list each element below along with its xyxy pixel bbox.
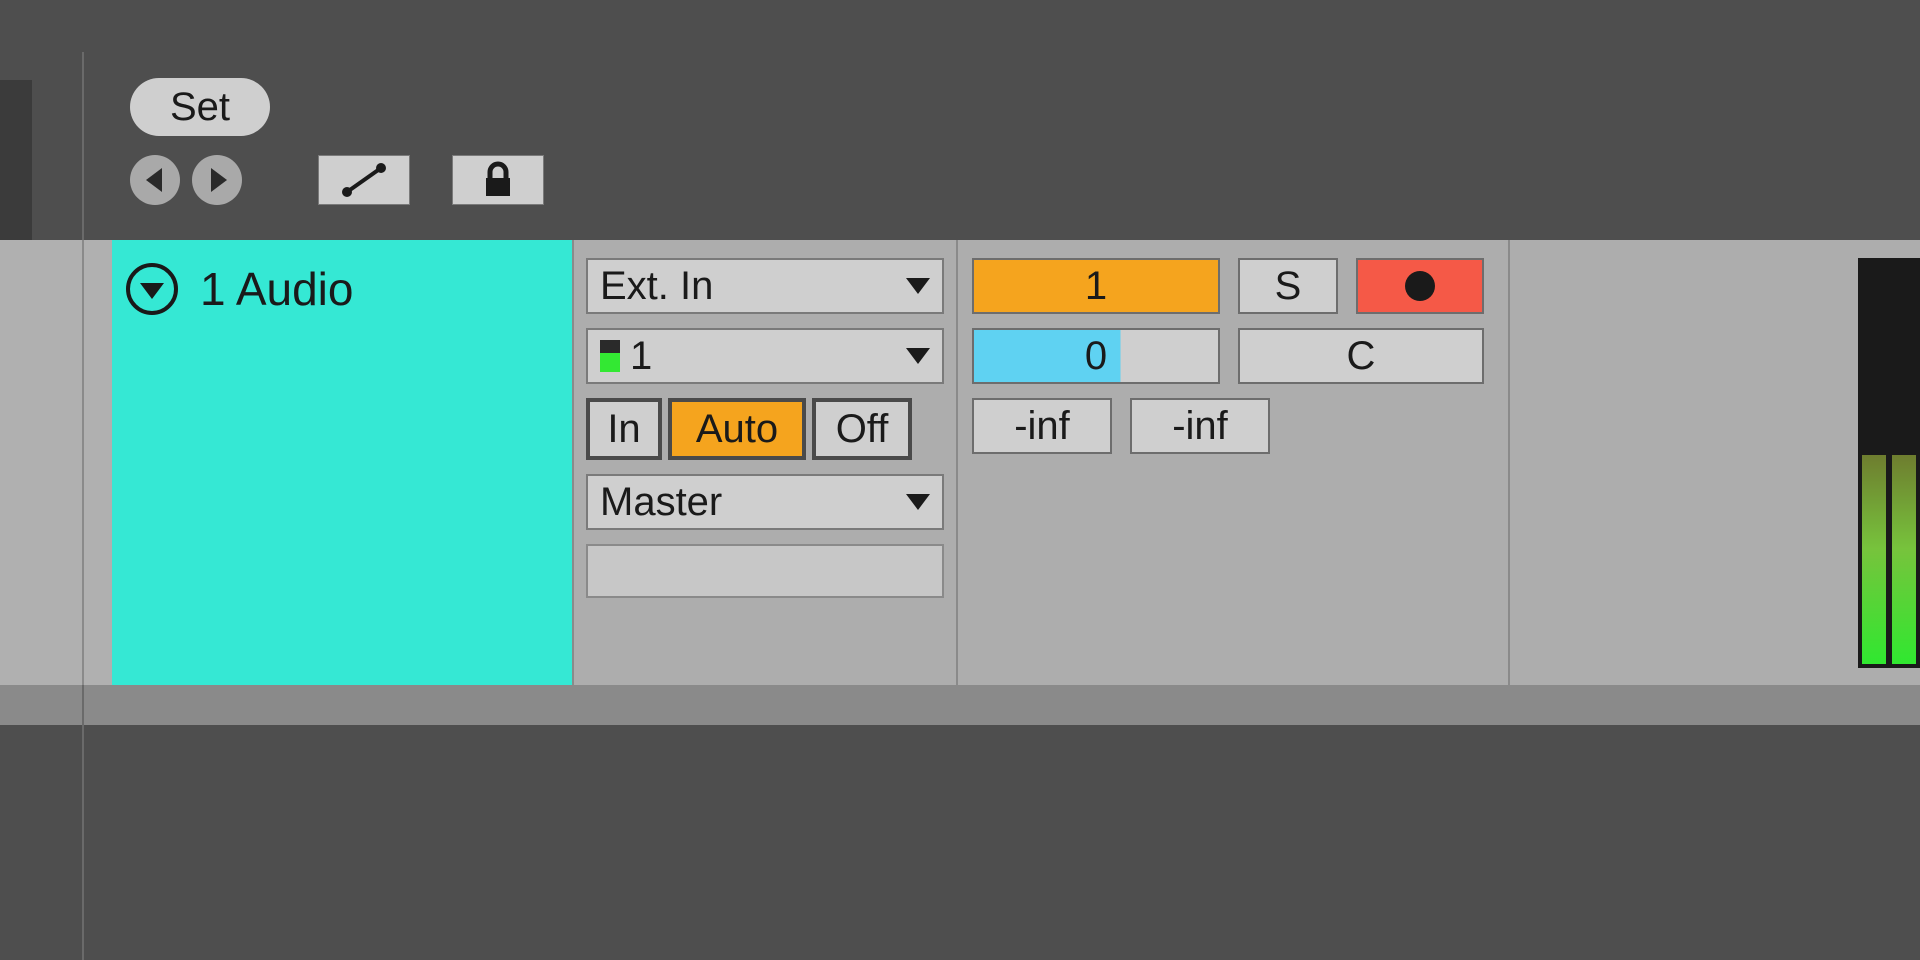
meter-section: [1508, 240, 1920, 685]
set-label: Set: [170, 85, 230, 130]
dropdown-label: Ext. In: [600, 264, 713, 309]
mixer-row-1: 1 S: [972, 258, 1494, 314]
toolbar-row: [130, 155, 544, 205]
track-header[interactable]: 1 Audio: [112, 240, 572, 685]
channel-number: 1: [630, 334, 652, 379]
track-activator-button[interactable]: 1: [972, 258, 1220, 314]
track-fold-button[interactable]: [126, 263, 178, 315]
audio-to-channel-dropdown[interactable]: [586, 544, 944, 598]
collapsed-browser-toggle[interactable]: [0, 80, 32, 240]
mixer-section: 1 S 0 C -inf -inf: [956, 240, 1508, 685]
lower-area: [0, 725, 1920, 960]
monitor-in-button[interactable]: In: [586, 398, 662, 460]
lock-icon: [471, 160, 525, 200]
level-meter: [1858, 258, 1920, 668]
mixer-row-2: 0 C: [972, 328, 1494, 384]
channel-meter-icon: [600, 340, 620, 372]
nav-back-button[interactable]: [130, 155, 180, 205]
audio-from-type-dropdown[interactable]: Ext. In: [586, 258, 944, 314]
automation-icon: [337, 160, 391, 200]
divider: [82, 52, 84, 242]
divider: [82, 240, 84, 685]
separator-strip: [0, 685, 1920, 725]
chevron-down-icon: [906, 348, 930, 364]
send-b-knob[interactable]: -inf: [1130, 398, 1270, 454]
monitor-off-button[interactable]: Off: [812, 398, 912, 460]
send-a-knob[interactable]: -inf: [972, 398, 1112, 454]
left-gutter: [0, 240, 112, 685]
monitor-auto-button[interactable]: Auto: [668, 398, 806, 460]
crossfade-assign[interactable]: C: [1238, 328, 1484, 384]
record-arm-button[interactable]: [1356, 258, 1484, 314]
monitor-toggle-group: In Auto Off: [586, 398, 944, 460]
divider: [82, 685, 84, 960]
meter-bar-left: [1862, 262, 1886, 664]
io-section: Ext. In 1 In Auto Off Master: [572, 240, 956, 685]
dropdown-label: Master: [600, 480, 722, 525]
automation-mode-button[interactable]: [318, 155, 410, 205]
set-pill[interactable]: Set: [130, 78, 270, 136]
audio-to-dropdown[interactable]: Master: [586, 474, 944, 530]
audio-from-channel-dropdown[interactable]: 1: [586, 328, 944, 384]
chevron-down-icon: [906, 494, 930, 510]
chevron-down-icon: [906, 278, 930, 294]
nav-forward-button[interactable]: [192, 155, 242, 205]
track-name[interactable]: 1 Audio: [200, 262, 353, 316]
solo-button[interactable]: S: [1238, 258, 1338, 314]
dropdown-label: 1: [600, 334, 652, 379]
track-title-row: 1 Audio: [126, 262, 353, 316]
meter-bar-right: [1892, 262, 1916, 664]
track-strip: 1 Audio Ext. In 1 In Auto Off Master 1: [0, 240, 1920, 685]
header-area: Set: [0, 0, 1920, 240]
mixer-row-3: -inf -inf: [972, 398, 1494, 454]
lock-envelopes-button[interactable]: [452, 155, 544, 205]
pan-control[interactable]: 0: [972, 328, 1220, 384]
